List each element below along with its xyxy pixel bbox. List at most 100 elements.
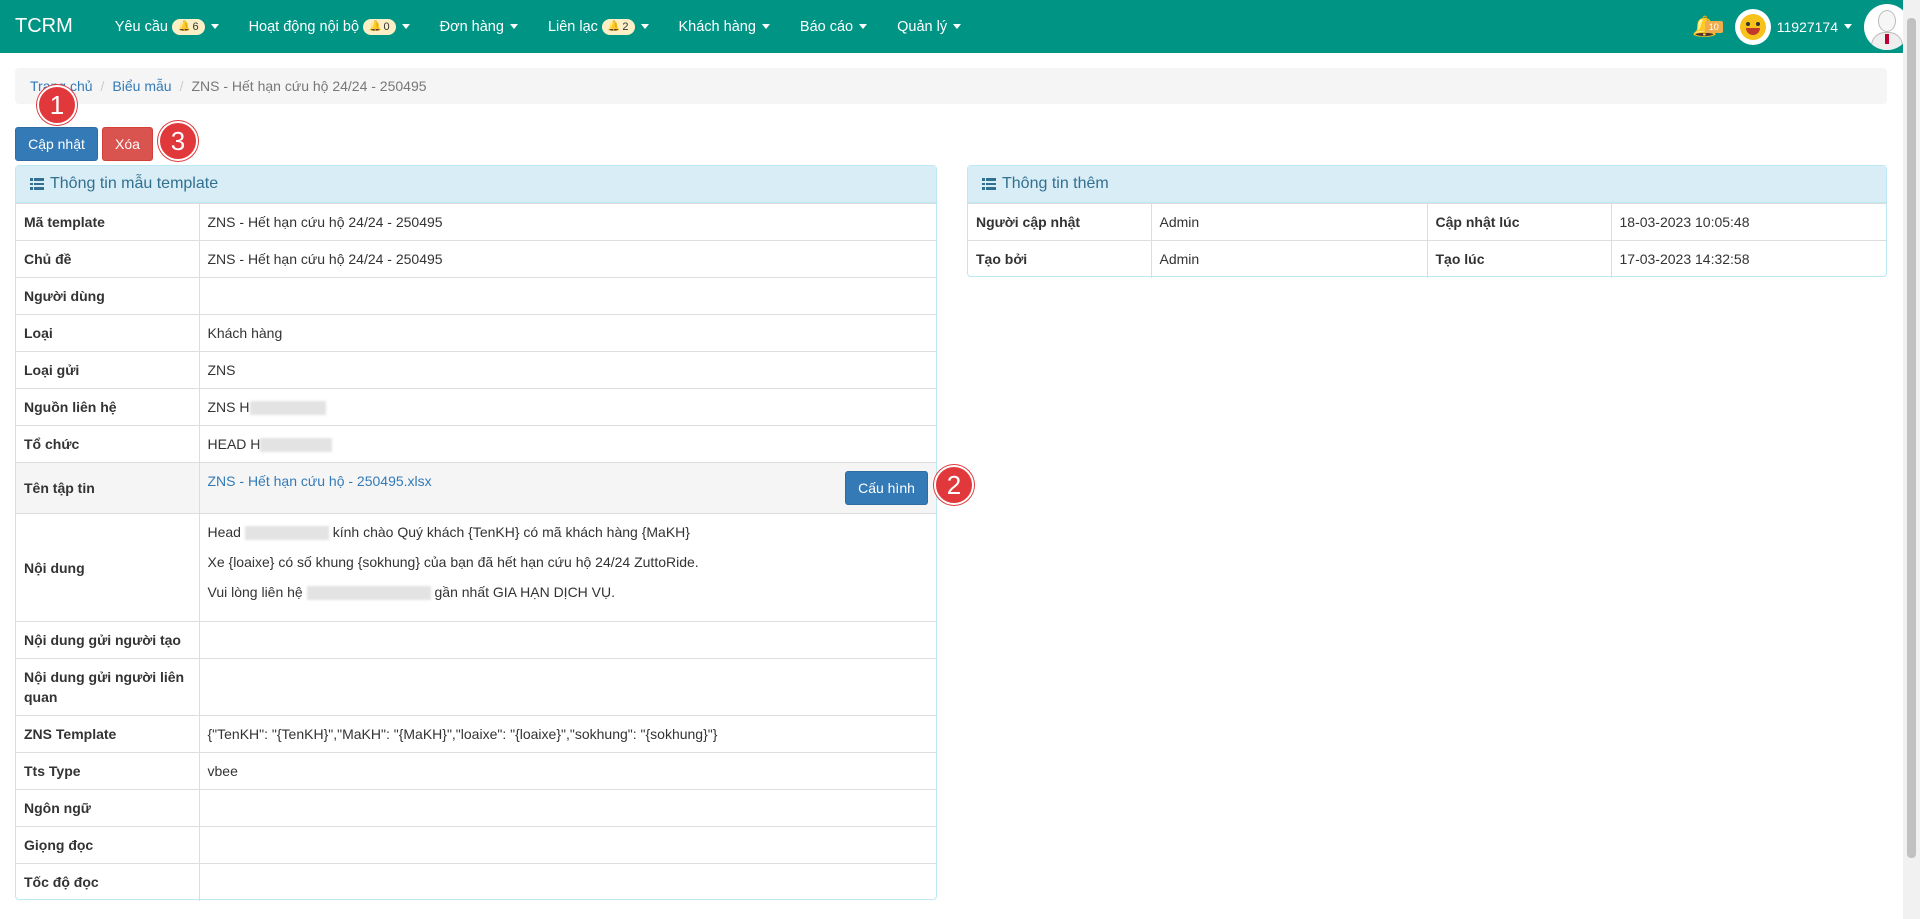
row-value: HEAD H (199, 425, 936, 463)
vertical-scrollbar[interactable] (1903, 0, 1920, 919)
nav-quan-ly[interactable]: Quản lý (882, 0, 976, 53)
row-value (199, 789, 936, 827)
content-line: Vui lòng liên hệ gần nhất GIA HẠN DỊCH V… (208, 582, 929, 602)
table-row: Tốc độ đọc (16, 863, 936, 901)
caret-down-icon (859, 24, 868, 29)
row-label: Tạo bởi (968, 240, 1152, 278)
scrollbar-thumb[interactable] (1907, 18, 1916, 858)
row-label: Người cập nhật (968, 203, 1152, 241)
update-button[interactable]: Cập nhật (15, 127, 98, 161)
caret-down-icon (761, 24, 770, 29)
template-info-table: Mã template ZNS - Hết hạn cứu hộ 24/24 -… (16, 203, 936, 901)
row-label: Nội dung gửi người liên quan (16, 658, 200, 716)
row-label: Tốc độ đọc (16, 863, 200, 901)
main-nav: Yêu cầu 🔔 6 Hoạt động nội bộ 🔔 0 Đơn hàng … (100, 0, 976, 53)
row-label: Nội dung (16, 513, 200, 622)
nav-label: Khách hàng (678, 18, 756, 35)
nav-label: Yêu cầu (114, 18, 168, 35)
annotation-marker-2: 2 (934, 465, 974, 505)
list-icon (30, 178, 44, 190)
navbar-right: 🔔 10 11927174 (1685, 0, 1920, 53)
nav-yeu-cau[interactable]: Yêu cầu 🔔 6 (100, 0, 234, 53)
breadcrumb-separator: / (100, 78, 105, 94)
file-link[interactable]: ZNS - Hết hạn cứu hộ - 250495.xlsx (208, 473, 432, 489)
caret-down-icon (509, 24, 518, 29)
brand-logo[interactable]: TCRM (0, 0, 88, 53)
nav-lien-lac[interactable]: Liên lạc 🔔 2 (533, 0, 664, 53)
row-value: {"TenKH": "{TenKH}","MaKH": "{MaKH}","lo… (199, 715, 936, 753)
nav-hoat-dong-noi-bo[interactable]: Hoạt động nội bộ 🔔 0 (234, 0, 425, 53)
table-row: Nội dung Head kính chào Quý khách {TenKH… (16, 513, 936, 622)
row-value: Admin (1151, 240, 1428, 278)
row-label: ZNS Template (16, 715, 200, 753)
content-line: Xe {loaixe} có số khung {sokhung} của bạ… (208, 552, 929, 572)
table-row: Nội dung gửi người tạo (16, 621, 936, 659)
emoji-avatar-icon (1734, 8, 1771, 45)
row-value: ZNS - Hết hạn cứu hộ - 250495.xlsx Cấu h… (199, 462, 936, 514)
caret-down-icon (401, 24, 410, 29)
template-info-panel: Thông tin mẫu template Mã template ZNS -… (15, 165, 937, 901)
row-value: 17-03-2023 14:32:58 (1611, 240, 1886, 278)
redacted-text (306, 586, 431, 601)
badge-count: 0 (383, 20, 390, 33)
row-label: Cập nhật lúc (1427, 203, 1612, 241)
table-row: ZNS Template {"TenKH": "{TenKH}","MaKH":… (16, 715, 936, 753)
bell-icon: 🔔 (177, 21, 191, 32)
annotation-marker-1: 1 (37, 85, 77, 125)
table-row: Tạo bởi Admin Tạo lúc 17-03-2023 14:32:5… (968, 240, 1886, 278)
nav-label: Quản lý (897, 18, 948, 35)
nav-khach-hang[interactable]: Khách hàng (664, 0, 785, 53)
breadcrumb-current: ZNS - Hết hạn cứu hộ 24/24 - 250495 (191, 78, 427, 94)
row-label: Mã template (16, 203, 200, 241)
annotation-marker-3: 3 (158, 121, 198, 161)
row-label: Nguồn liên hệ (16, 388, 200, 426)
user-name: 11927174 (1776, 18, 1838, 35)
nav-badge: 🔔 2 (601, 18, 635, 35)
row-value: Khách hàng (199, 314, 936, 352)
row-value: ZNS H (199, 388, 936, 426)
breadcrumb-section-link[interactable]: Biểu mẫu (112, 78, 171, 94)
panel-heading: Thông tin thêm (968, 166, 1886, 203)
row-label: Người dùng (16, 277, 200, 315)
redacted-text (260, 438, 333, 453)
badge-count: 2 (622, 20, 629, 33)
nav-bao-cao[interactable]: Báo cáo (785, 0, 882, 53)
redacted-text (249, 401, 326, 416)
row-value: ZNS - Hết hạn cứu hộ 24/24 - 250495 (199, 203, 936, 241)
table-row: Nguồn liên hệ ZNS H (16, 388, 936, 426)
nav-don-hang[interactable]: Đơn hàng (425, 0, 533, 53)
breadcrumb-separator: / (179, 78, 184, 94)
nav-label: Hoạt động nội bộ (248, 18, 360, 35)
configure-button[interactable]: Cấu hình (845, 471, 928, 505)
table-row: Tên tập tin ZNS - Hết hạn cứu hộ - 25049… (16, 462, 936, 514)
notification-button[interactable]: 🔔 10 (1685, 0, 1725, 53)
bell-icon: 🔔 (369, 21, 382, 32)
row-label: Tạo lúc (1427, 240, 1612, 278)
user-menu[interactable]: 11927174 (1734, 8, 1852, 45)
list-icon (982, 178, 996, 190)
table-row: Loại Khách hàng (16, 314, 936, 352)
row-value: ZNS (199, 351, 936, 389)
delete-button[interactable]: Xóa (102, 127, 153, 161)
value-text: ZNS H (207, 398, 250, 415)
row-label: Tts Type (16, 752, 200, 790)
row-label: Nội dung gửi người tạo (16, 621, 200, 659)
table-row: Người cập nhật Admin Cập nhật lúc 18-03-… (968, 203, 1886, 241)
caret-down-icon (1844, 24, 1852, 29)
table-row: Giọng đọc (16, 826, 936, 864)
table-row: Mã template ZNS - Hết hạn cứu hộ 24/24 -… (16, 203, 936, 241)
nav-label: Đơn hàng (439, 18, 504, 35)
row-label: Giọng đọc (16, 826, 200, 864)
extra-info-panel: Thông tin thêm Người cập nhật Admin Cập … (967, 165, 1887, 278)
value-text: HEAD H (207, 435, 261, 452)
panel-title: Thông tin mẫu template (50, 175, 219, 192)
row-value (199, 621, 936, 659)
caret-down-icon (210, 24, 219, 29)
row-value: Admin (1151, 203, 1428, 241)
row-label: Chủ đề (16, 240, 200, 278)
content-text: Xe {loaixe} có số khung {sokhung} của bạ… (207, 554, 699, 570)
row-value: Head kính chào Quý khách {TenKH} có mã k… (199, 513, 936, 622)
row-label: Loại (16, 314, 200, 352)
table-row: Loại gửi ZNS (16, 351, 936, 389)
breadcrumb: Trang chủ / Biểu mẫu / ZNS - Hết hạn cứu… (15, 68, 1887, 104)
